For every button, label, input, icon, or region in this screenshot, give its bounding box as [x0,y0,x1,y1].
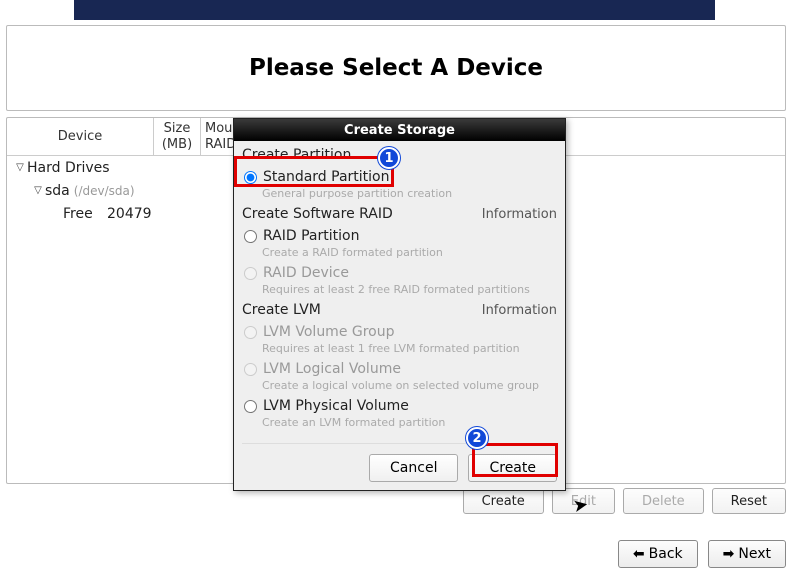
reset-button[interactable]: Reset [712,488,786,514]
sda-label: sda [45,183,70,199]
hard-drives-label: Hard Drives [27,160,110,176]
raid-information-link[interactable]: Information [482,207,557,222]
free-label: Free [63,206,93,222]
dialog-button-row: Cancel Create [242,443,557,482]
radio-raid-device [244,267,257,280]
mount-label-line2: RAID [205,137,236,153]
size-label-line1: Size [164,121,191,137]
label-raid-device: RAID Device [263,265,349,281]
delete-button[interactable]: Delete [623,488,704,514]
expand-icon[interactable]: ▽ [13,162,27,173]
title-panel: Please Select A Device [6,25,786,111]
label-lvm-lv: LVM Logical Volume [263,361,401,377]
hint-lvm-pv: Create an LVM formated partition [262,416,557,429]
page-title: Please Select A Device [249,55,543,81]
hint-standard-partition: General purpose partition creation [262,187,557,200]
col-header-size[interactable]: Size (MB) [154,118,201,155]
label-lvm-pv: LVM Physical Volume [263,398,409,414]
sda-path: (/dev/sda) [74,184,135,198]
mount-label-line1: Mou [205,121,232,137]
radio-lvm-vg [244,326,257,339]
radio-row-raid-partition[interactable]: RAID Partition [244,228,557,244]
hint-lvm-vg: Requires at least 1 free LVM formated pa… [262,342,557,355]
dialog-cancel-button[interactable]: Cancel [369,454,458,482]
section-create-partition: Create Partition [242,147,351,163]
free-size: 20479 [107,206,152,222]
hint-lvm-lv: Create a logical volume on selected volu… [262,379,557,392]
hint-raid-partition: Create a RAID formated partition [262,246,557,259]
radio-lvm-pv[interactable] [244,400,257,413]
section-create-lvm: Create LVM [242,302,321,318]
hint-raid-device: Requires at least 2 free RAID formated p… [262,283,557,296]
back-button[interactable]: ⬅ Back [618,540,698,568]
arrow-left-icon: ⬅ [633,546,645,562]
top-banner [74,0,715,20]
label-lvm-vg: LVM Volume Group [263,324,395,340]
create-button[interactable]: Create [463,488,544,514]
radio-row-standard-partition[interactable]: Standard Partition [244,169,557,185]
next-button[interactable]: ➡ Next [708,540,786,568]
create-storage-dialog: Create Storage Create Partition Standard… [233,118,566,491]
dialog-body: Create Partition Standard Partition Gene… [234,141,565,490]
radio-row-lvm-vg: LVM Volume Group [244,324,557,340]
nav-button-row: ⬅ Back ➡ Next [6,540,786,570]
expand-icon[interactable]: ▽ [31,185,45,196]
size-label-line2: (MB) [162,137,192,153]
label-raid-partition: RAID Partition [263,228,359,244]
dialog-titlebar[interactable]: Create Storage [234,119,565,141]
radio-row-lvm-pv[interactable]: LVM Physical Volume [244,398,557,414]
section-create-raid: Create Software RAID [242,206,393,222]
radio-lvm-lv [244,363,257,376]
lvm-information-link[interactable]: Information [482,303,557,318]
next-label: Next [738,546,771,562]
edit-button[interactable]: Edit [552,488,615,514]
arrow-right-icon: ➡ [723,546,735,562]
radio-standard-partition[interactable] [244,171,257,184]
radio-row-raid-device: RAID Device [244,265,557,281]
dialog-title: Create Storage [344,123,455,138]
back-label: Back [649,546,683,562]
col-header-device[interactable]: Device [7,118,154,155]
radio-raid-partition[interactable] [244,230,257,243]
radio-row-lvm-lv: LVM Logical Volume [244,361,557,377]
action-button-row: Create Edit Delete Reset [6,488,786,516]
dialog-create-button[interactable]: Create [468,454,557,482]
label-standard-partition: Standard Partition [263,169,390,185]
